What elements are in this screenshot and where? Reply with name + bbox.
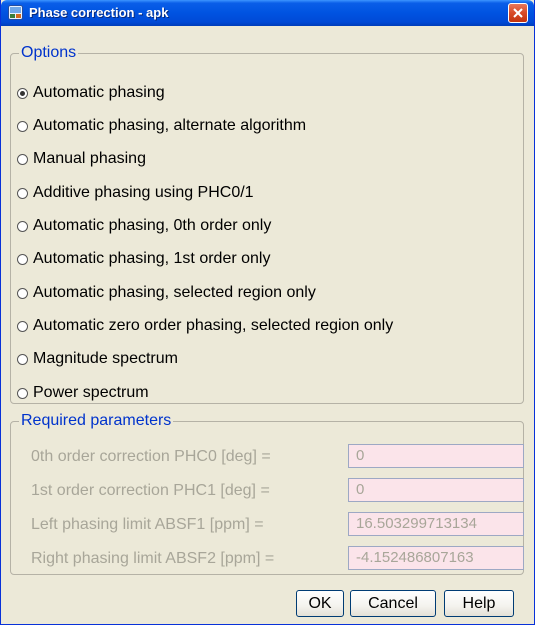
- phc1-field[interactable]: 0: [348, 478, 524, 502]
- radio-button[interactable]: [17, 287, 28, 299]
- radio-button[interactable]: [17, 87, 28, 99]
- radio-button[interactable]: [17, 320, 28, 332]
- radio-label: Automatic phasing, 1st order only: [33, 250, 271, 267]
- radio-label: Power spectrum: [33, 384, 149, 401]
- radio-button[interactable]: [17, 353, 28, 365]
- radio-automatic-0th-order[interactable]: Automatic phasing, 0th order only: [17, 214, 271, 238]
- absf2-field[interactable]: -4.152486807163: [348, 546, 524, 570]
- radio-automatic-zero-order-selected-region[interactable]: Automatic zero order phasing, selected r…: [17, 314, 393, 338]
- radio-button[interactable]: [17, 387, 28, 399]
- radio-manual-phasing[interactable]: Manual phasing: [17, 147, 146, 171]
- radio-label: Additive phasing using PHC0/1: [33, 184, 254, 201]
- radio-magnitude-spectrum[interactable]: Magnitude spectrum: [17, 347, 178, 371]
- radio-button[interactable]: [17, 220, 28, 232]
- absf2-label: Right phasing limit ABSF2 [ppm] =: [31, 550, 275, 567]
- phc0-label: 0th order correction PHC0 [deg] =: [31, 448, 271, 465]
- radio-button[interactable]: [17, 253, 28, 265]
- absf1-label: Left phasing limit ABSF1 [ppm] =: [31, 516, 264, 533]
- close-icon: [513, 8, 523, 18]
- absf1-field[interactable]: 16.503299713134: [348, 512, 524, 536]
- app-icon: [8, 5, 23, 20]
- close-button[interactable]: [508, 3, 528, 23]
- cancel-button[interactable]: Cancel: [350, 590, 436, 617]
- title-bar[interactable]: Phase correction - apk: [1, 0, 534, 26]
- radio-automatic-1st-order[interactable]: Automatic phasing, 1st order only: [17, 247, 270, 271]
- options-legend: Options: [21, 44, 77, 61]
- radio-power-spectrum[interactable]: Power spectrum: [17, 381, 149, 405]
- required-parameters-legend: Required parameters: [21, 412, 172, 429]
- phase-correction-dialog: Phase correction - apk Options Automatic…: [0, 0, 535, 625]
- radio-button[interactable]: [17, 187, 28, 199]
- window-title: Phase correction - apk: [29, 5, 169, 20]
- radio-button[interactable]: [17, 120, 28, 132]
- dialog-body: Options Automatic phasing Automatic phas…: [1, 26, 534, 624]
- radio-button[interactable]: [17, 153, 28, 165]
- radio-label: Automatic phasing, alternate algorithm: [33, 117, 307, 134]
- radio-label: Manual phasing: [33, 150, 146, 167]
- radio-automatic-phasing[interactable]: Automatic phasing: [17, 81, 165, 105]
- phc1-label: 1st order correction PHC1 [deg] =: [31, 482, 270, 499]
- radio-automatic-phasing-alternate[interactable]: Automatic phasing, alternate algorithm: [17, 114, 306, 138]
- radio-label: Automatic phasing: [33, 84, 165, 101]
- radio-automatic-selected-region[interactable]: Automatic phasing, selected region only: [17, 281, 316, 305]
- radio-label: Automatic phasing, selected region only: [33, 284, 316, 301]
- radio-additive-phasing[interactable]: Additive phasing using PHC0/1: [17, 181, 254, 205]
- radio-label: Automatic zero order phasing, selected r…: [33, 317, 394, 334]
- ok-button[interactable]: OK: [296, 590, 344, 617]
- radio-label: Automatic phasing, 0th order only: [33, 217, 272, 234]
- radio-label: Magnitude spectrum: [33, 350, 178, 367]
- phc0-field[interactable]: 0: [348, 444, 524, 468]
- help-button[interactable]: Help: [444, 590, 514, 617]
